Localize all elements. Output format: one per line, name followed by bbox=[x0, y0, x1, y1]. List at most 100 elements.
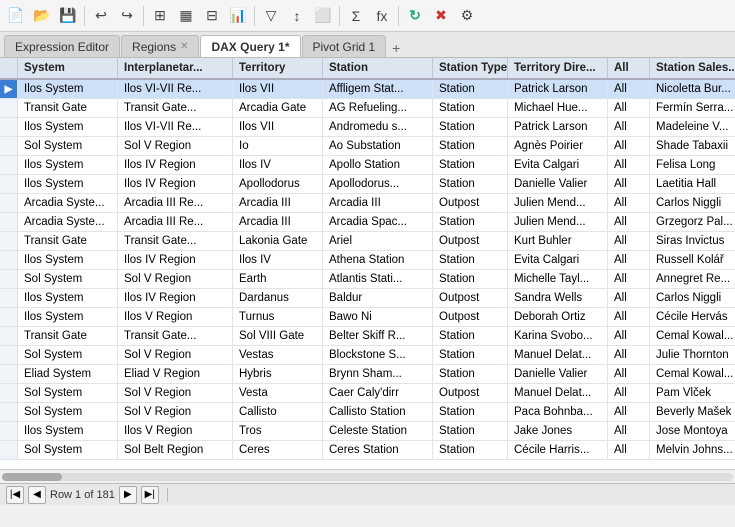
cell-all: All bbox=[608, 270, 650, 288]
table-row[interactable]: Sol System Sol V Region Io Ao Substation… bbox=[0, 137, 735, 156]
status-sep bbox=[167, 488, 168, 502]
cell-station-sales: Jose Montoya bbox=[650, 422, 735, 440]
table-row[interactable]: Ilos System Ilos V Region Tros Celeste S… bbox=[0, 422, 735, 441]
cell-station-type: Station bbox=[433, 346, 508, 364]
table-row[interactable]: Sol System Sol V Region Vestas Blockston… bbox=[0, 346, 735, 365]
col-header-station-type[interactable]: Station Type bbox=[433, 58, 508, 78]
calc-btn[interactable]: fx bbox=[370, 4, 394, 28]
table-row[interactable]: Ilos System Ilos VI-VII Re... Ilos VII A… bbox=[0, 118, 735, 137]
grid-btn[interactable]: ⊞ bbox=[148, 4, 172, 28]
col-header-territory[interactable]: Territory bbox=[233, 58, 323, 78]
tab-add-button[interactable]: + bbox=[387, 39, 405, 57]
filter-btn[interactable]: ▽ bbox=[259, 4, 283, 28]
cell-system: Ilos System bbox=[18, 251, 118, 269]
row-indicator bbox=[0, 232, 18, 250]
sep1 bbox=[84, 6, 85, 26]
new-btn[interactable]: 📄 bbox=[4, 4, 28, 28]
nav-last-btn[interactable]: ▶| bbox=[141, 486, 159, 504]
cell-station-type: Outpost bbox=[433, 289, 508, 307]
tab-pivot-grid[interactable]: Pivot Grid 1 bbox=[302, 35, 387, 57]
cell-territory-dir: Julien Mend... bbox=[508, 194, 608, 212]
cell-territory: Turnus bbox=[233, 308, 323, 326]
cell-territory: Dardanus bbox=[233, 289, 323, 307]
table-row[interactable]: Eliad System Eliad V Region Hybris Brynn… bbox=[0, 365, 735, 384]
row-indicator bbox=[0, 327, 18, 345]
table-row[interactable]: Transit Gate Transit Gate... Arcadia Gat… bbox=[0, 99, 735, 118]
settings-btn[interactable]: ⚙ bbox=[455, 4, 479, 28]
nav-prev-btn[interactable]: ◀ bbox=[28, 486, 46, 504]
format-btn[interactable]: Σ bbox=[344, 4, 368, 28]
cell-interplanetary: Ilos IV Region bbox=[118, 156, 233, 174]
nav-first-btn[interactable]: |◀ bbox=[6, 486, 24, 504]
table-row[interactable]: ▶ Ilos System Ilos VI-VII Re... Ilos VII… bbox=[0, 80, 735, 99]
col-header-interplanetary[interactable]: Interplanetar... bbox=[118, 58, 233, 78]
open-btn[interactable]: 📂 bbox=[30, 4, 54, 28]
col-header-territory-dir[interactable]: Territory Dire... bbox=[508, 58, 608, 78]
grid-body[interactable]: ▶ Ilos System Ilos VI-VII Re... Ilos VII… bbox=[0, 80, 735, 469]
cell-interplanetary: Transit Gate... bbox=[118, 327, 233, 345]
cell-territory: Ceres bbox=[233, 441, 323, 459]
table-row[interactable]: Sol System Sol V Region Callisto Callist… bbox=[0, 403, 735, 422]
cell-station-type: Station bbox=[433, 137, 508, 155]
stop-btn[interactable]: ✖ bbox=[429, 4, 453, 28]
cell-station-type: Station bbox=[433, 441, 508, 459]
cell-all: All bbox=[608, 251, 650, 269]
table-row[interactable]: Arcadia Syste... Arcadia III Re... Arcad… bbox=[0, 194, 735, 213]
cell-system: Sol System bbox=[18, 346, 118, 364]
sort-btn[interactable]: ↕ bbox=[285, 4, 309, 28]
table-btn[interactable]: ▦ bbox=[174, 4, 198, 28]
cell-territory-dir: Paca Bohnba... bbox=[508, 403, 608, 421]
cell-station-sales: Madeleine V... bbox=[650, 118, 735, 136]
save-btn[interactable]: 💾 bbox=[56, 4, 80, 28]
cell-territory: Vestas bbox=[233, 346, 323, 364]
horizontal-scrollbar[interactable] bbox=[0, 469, 735, 483]
pivot-btn[interactable]: ⊟ bbox=[200, 4, 224, 28]
tab-expression-editor[interactable]: Expression Editor bbox=[4, 35, 120, 57]
cell-station-sales: Nicoletta Bur... bbox=[650, 80, 735, 98]
cell-territory: Sol VIII Gate bbox=[233, 327, 323, 345]
cell-station: Brynn Sham... bbox=[323, 365, 433, 383]
undo-btn[interactable]: ↩ bbox=[89, 4, 113, 28]
table-row[interactable]: Ilos System Ilos IV Region Dardanus Bald… bbox=[0, 289, 735, 308]
cell-system: Transit Gate bbox=[18, 327, 118, 345]
cell-territory-dir: Manuel Delat... bbox=[508, 346, 608, 364]
table-row[interactable]: Ilos System Ilos V Region Turnus Bawo Ni… bbox=[0, 308, 735, 327]
nav-next-btn[interactable]: ▶ bbox=[119, 486, 137, 504]
cell-territory-dir: Jake Jones bbox=[508, 422, 608, 440]
cell-station-sales: Carlos Niggli bbox=[650, 194, 735, 212]
cell-station-type: Outpost bbox=[433, 232, 508, 250]
cell-territory: Earth bbox=[233, 270, 323, 288]
refresh-btn[interactable]: ↻ bbox=[403, 4, 427, 28]
cell-all: All bbox=[608, 365, 650, 383]
table-row[interactable]: Arcadia Syste... Arcadia III Re... Arcad… bbox=[0, 213, 735, 232]
table-row[interactable]: Transit Gate Transit Gate... Sol VIII Ga… bbox=[0, 327, 735, 346]
group-btn[interactable]: ⬜ bbox=[311, 4, 335, 28]
scrollbar-track[interactable] bbox=[2, 473, 733, 481]
col-header-system[interactable]: System bbox=[18, 58, 118, 78]
cell-system: Ilos System bbox=[18, 308, 118, 326]
table-row[interactable]: Ilos System Ilos IV Region Ilos IV Athen… bbox=[0, 251, 735, 270]
cell-station: AG Refueling... bbox=[323, 99, 433, 117]
scrollbar-thumb[interactable] bbox=[2, 473, 62, 481]
table-row[interactable]: Ilos System Ilos IV Region Apollodorus A… bbox=[0, 175, 735, 194]
table-row[interactable]: Sol System Sol Belt Region Ceres Ceres S… bbox=[0, 441, 735, 460]
col-header-station[interactable]: Station bbox=[323, 58, 433, 78]
col-header-station-sales[interactable]: Station Sales... ▶ bbox=[650, 58, 735, 78]
tab-regions[interactable]: Regions ✕ bbox=[121, 35, 199, 57]
cell-station: Atlantis Stati... bbox=[323, 270, 433, 288]
cell-station-type: Station bbox=[433, 327, 508, 345]
table-row[interactable]: Transit Gate Transit Gate... Lakonia Gat… bbox=[0, 232, 735, 251]
table-row[interactable]: Sol System Sol V Region Vesta Caer Caly'… bbox=[0, 384, 735, 403]
cell-station: Belter Skiff R... bbox=[323, 327, 433, 345]
cell-interplanetary: Ilos IV Region bbox=[118, 251, 233, 269]
tab-expression-editor-label: Expression Editor bbox=[15, 40, 109, 54]
tab-regions-close[interactable]: ✕ bbox=[180, 41, 188, 52]
tab-dax-query[interactable]: DAX Query 1* bbox=[200, 35, 300, 57]
chart-btn[interactable]: 📊 bbox=[226, 4, 250, 28]
redo-btn[interactable]: ↪ bbox=[115, 4, 139, 28]
row-status-text: Row 1 of 181 bbox=[50, 489, 115, 501]
col-header-all[interactable]: All bbox=[608, 58, 650, 78]
status-bar: |◀ ◀ Row 1 of 181 ▶ ▶| bbox=[0, 483, 735, 505]
table-row[interactable]: Ilos System Ilos IV Region Ilos IV Apoll… bbox=[0, 156, 735, 175]
table-row[interactable]: Sol System Sol V Region Earth Atlantis S… bbox=[0, 270, 735, 289]
